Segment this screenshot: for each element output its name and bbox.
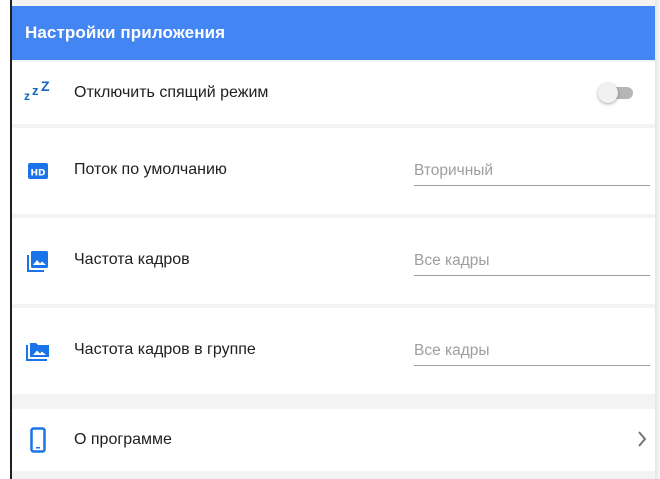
frame-rate-select[interactable]: Все кадры — [414, 250, 650, 276]
phone-icon — [24, 426, 52, 454]
toggle-thumb — [598, 83, 618, 103]
group-frame-rate-select[interactable]: Все кадры — [414, 340, 650, 366]
setting-label: Частота кадров — [74, 251, 190, 268]
select-value: Все кадры — [414, 252, 490, 269]
chevron-right-icon[interactable] — [632, 427, 652, 451]
setting-label: Частота кадров в группе — [74, 341, 256, 358]
window-right-shadow — [655, 0, 660, 479]
settings-panel: Настройки приложения z z Z Отключить спя… — [12, 0, 655, 479]
setting-row-disable-sleep[interactable]: z z Z Отключить спящий режим — [12, 62, 655, 124]
select-value: Все кадры — [414, 342, 490, 359]
app-window: Настройки приложения z z Z Отключить спя… — [0, 0, 660, 479]
disable-sleep-toggle[interactable] — [598, 83, 636, 103]
setting-label: Поток по умолчанию — [74, 161, 227, 178]
hd-icon: HD — [24, 157, 52, 185]
default-stream-select[interactable]: Вторичный — [414, 160, 650, 186]
setting-label: О программе — [74, 431, 172, 448]
setting-row-default-stream: HD Поток по умолчанию Вторичный — [12, 128, 655, 214]
photo-library-icon — [24, 337, 52, 365]
setting-row-frame-rate: Частота кадров Все кадры — [12, 218, 655, 304]
sleep-zzz-icon: z z Z — [24, 78, 50, 103]
select-value: Вторичный — [414, 162, 494, 179]
setting-row-about[interactable]: О программе — [12, 409, 655, 471]
setting-label: Отключить спящий режим — [74, 84, 269, 101]
setting-row-group-frame-rate: Частота кадров в группе Все кадры — [12, 308, 655, 394]
svg-text:HD: HD — [30, 169, 45, 179]
photo-library-icon — [24, 247, 52, 275]
app-header: Настройки приложения — [12, 6, 655, 60]
page-title: Настройки приложения — [25, 23, 226, 42]
